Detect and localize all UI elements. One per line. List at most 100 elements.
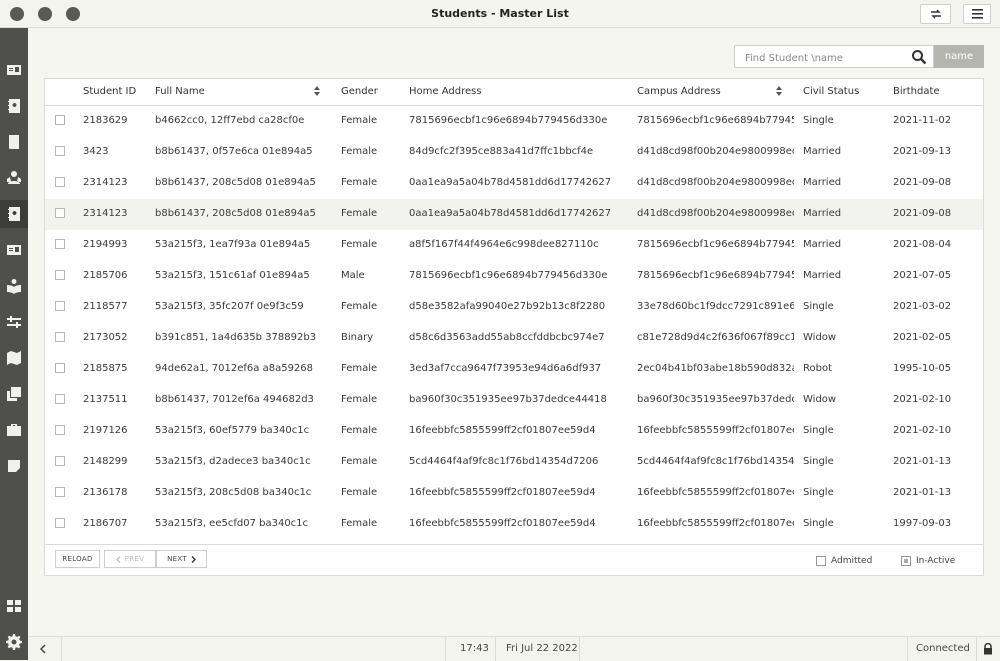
divider xyxy=(45,544,983,545)
table-row[interactable]: 2183629 b4662cc0, 12ff7ebd ca28cf0e Female… xyxy=(45,106,983,137)
sidebar-item-briefcase[interactable] xyxy=(0,416,28,444)
cell-birthdate: 2021-02-10 xyxy=(893,394,952,405)
table-row[interactable]: 2137511 b8b61437, 7012ef6a 494682d3 Female… xyxy=(45,385,983,416)
row-checkbox[interactable] xyxy=(55,487,65,497)
cell-home-address: 0aa1ea9a5a04b78d4581dd6d17742627 xyxy=(409,177,612,188)
table-row[interactable]: 2136178 53a215f3, 208c5d08 ba340c1c Female… xyxy=(45,478,983,509)
sidebar-item-id-badge[interactable] xyxy=(0,236,28,264)
cell-full-name: 94de62a1, 7012ef6a a8a59268 xyxy=(155,363,314,374)
cell-gender: Female xyxy=(341,363,378,374)
cell-campus-address: 7815696ecbf1c96e6894b779456d330e xyxy=(637,239,794,250)
grid-icon xyxy=(7,600,21,612)
table-row[interactable]: 2194993 53a215f3, 1ea7f93a 01e894a5 Female… xyxy=(45,230,983,261)
row-checkbox[interactable] xyxy=(55,208,65,218)
cell-home-address: 3ed3af7cca9647f73953e94d6a6df937 xyxy=(409,363,602,374)
reload-button[interactable]: RELOAD xyxy=(55,550,100,568)
book-icon xyxy=(9,135,19,149)
cell-gender: Female xyxy=(341,456,378,467)
row-checkbox[interactable] xyxy=(55,301,65,311)
row-checkbox[interactable] xyxy=(55,115,65,125)
column-header-full-name[interactable]: Full Name xyxy=(155,86,205,97)
inactive-legend-swatch xyxy=(901,556,911,566)
menu-button[interactable] xyxy=(963,4,991,24)
table-row[interactable]: 3423 b8b61437, 0f57e6ca 01e894a5 Female 84d… xyxy=(45,137,983,168)
table-row[interactable]: 2314123 b8b61437, 208c5d08 01e894a5 Female… xyxy=(45,168,983,199)
column-header-home-address[interactable]: Home Address xyxy=(409,86,482,97)
sidebar-item-settings-sliders[interactable] xyxy=(0,308,28,336)
cell-student-id: 2194993 xyxy=(83,239,128,250)
cell-home-address: 16feebbfc5855599ff2cf01807ee59d4 xyxy=(409,487,596,498)
cell-gender: Male xyxy=(341,270,365,281)
column-header-civil-status[interactable]: Civil Status xyxy=(803,86,859,97)
cell-student-id: 2185706 xyxy=(83,270,128,281)
cell-civil-status: Single xyxy=(803,518,834,529)
row-checkbox[interactable] xyxy=(55,456,65,466)
cell-student-id: 2185875 xyxy=(83,363,128,374)
cell-civil-status: Married xyxy=(803,177,842,188)
chevron-left-icon[interactable] xyxy=(40,644,46,654)
row-checkbox[interactable] xyxy=(55,394,65,404)
sort-icon[interactable] xyxy=(313,85,321,97)
cell-home-address: 0aa1ea9a5a04b78d4581dd6d17742627 xyxy=(409,208,612,219)
sidebar-item-books[interactable] xyxy=(0,128,28,156)
divider xyxy=(445,637,446,661)
open-book-icon xyxy=(7,279,21,294)
row-checkbox[interactable] xyxy=(55,146,65,156)
row-checkbox[interactable] xyxy=(55,425,65,435)
cell-student-id: 2314123 xyxy=(83,177,128,188)
table-row[interactable]: 2148299 53a215f3, d2adece3 ba340c1c Female… xyxy=(45,447,983,478)
cell-civil-status: Widow xyxy=(803,332,837,343)
sidebar-item-people[interactable] xyxy=(0,164,28,192)
sidebar-item-copy[interactable] xyxy=(0,380,28,408)
search-input[interactable] xyxy=(735,48,905,69)
sidebar-item-courses[interactable] xyxy=(0,272,28,300)
table-row[interactable]: 2185875 94de62a1, 7012ef6a a8a59268 Female… xyxy=(45,354,983,385)
table-row[interactable]: 2197126 53a215f3, 60ef5779 ba340c1c Female… xyxy=(45,416,983,447)
table-row[interactable]: 2314123 b8b61437, 208c5d08 01e894a5 Female… xyxy=(45,199,983,230)
next-page-button[interactable]: NEXT xyxy=(156,550,207,568)
gear-icon xyxy=(6,634,22,650)
prev-page-button[interactable]: PREV xyxy=(104,550,156,568)
cell-gender: Female xyxy=(341,146,378,157)
table-row[interactable]: 2173052 b391c851, 1a4d635b 378892b3 Binary… xyxy=(45,323,983,354)
cell-campus-address: d41d8cd98f00b204e9800998ecf8427e xyxy=(637,146,794,157)
search-mode-button[interactable]: name xyxy=(934,45,984,68)
divider xyxy=(907,637,908,661)
sidebar-item-contacts[interactable] xyxy=(0,92,28,120)
cell-campus-address: 2ec04b41bf03abe18b590d832a91e4b7 xyxy=(637,363,794,374)
sidebar-item-students[interactable] xyxy=(0,200,28,228)
search-icon[interactable] xyxy=(911,49,927,65)
column-header-birthdate[interactable]: Birthdate xyxy=(893,86,940,97)
table-row[interactable]: 2186707 53a215f3, ee5cfd07 ba340c1c Female… xyxy=(45,509,983,540)
row-checkbox[interactable] xyxy=(55,332,65,342)
row-checkbox[interactable] xyxy=(55,518,65,528)
sidebar-item-map[interactable] xyxy=(0,344,28,372)
sidebar-item-settings[interactable] xyxy=(0,628,28,656)
cell-gender: Female xyxy=(341,115,378,126)
sort-icon[interactable] xyxy=(775,85,783,97)
row-checkbox[interactable] xyxy=(55,239,65,249)
cell-gender: Female xyxy=(341,518,378,529)
cell-full-name: b8b61437, 208c5d08 01e894a5 xyxy=(155,177,316,188)
cell-civil-status: Single xyxy=(803,456,834,467)
cell-student-id: 2186707 xyxy=(83,518,128,529)
table-row[interactable]: 2118577 53a215f3, 35fc207f 0e9f3c59 Female… xyxy=(45,292,983,323)
row-checkbox[interactable] xyxy=(55,363,65,373)
copy-icon xyxy=(7,387,21,401)
sidebar-item-notes[interactable] xyxy=(0,452,28,480)
column-header-student-id[interactable]: Student ID xyxy=(83,86,136,97)
cell-civil-status: Robot xyxy=(803,363,833,374)
column-header-gender[interactable]: Gender xyxy=(341,86,378,97)
current-date: Fri Jul 22 2022 xyxy=(506,643,578,654)
column-header-campus-address[interactable]: Campus Address xyxy=(637,86,721,97)
row-checkbox[interactable] xyxy=(55,270,65,280)
row-checkbox[interactable] xyxy=(55,177,65,187)
clock-time: 17:43 xyxy=(460,643,489,654)
table-row[interactable]: 2185706 53a215f3, 151c61af 01e894a5 Male 78… xyxy=(45,261,983,292)
cell-birthdate: 2021-03-02 xyxy=(893,301,952,312)
cell-gender: Female xyxy=(341,487,378,498)
swap-button[interactable] xyxy=(920,4,951,24)
divider xyxy=(61,637,62,661)
sidebar-item-grid[interactable] xyxy=(0,592,28,620)
sidebar-item-id-card[interactable] xyxy=(0,56,28,84)
